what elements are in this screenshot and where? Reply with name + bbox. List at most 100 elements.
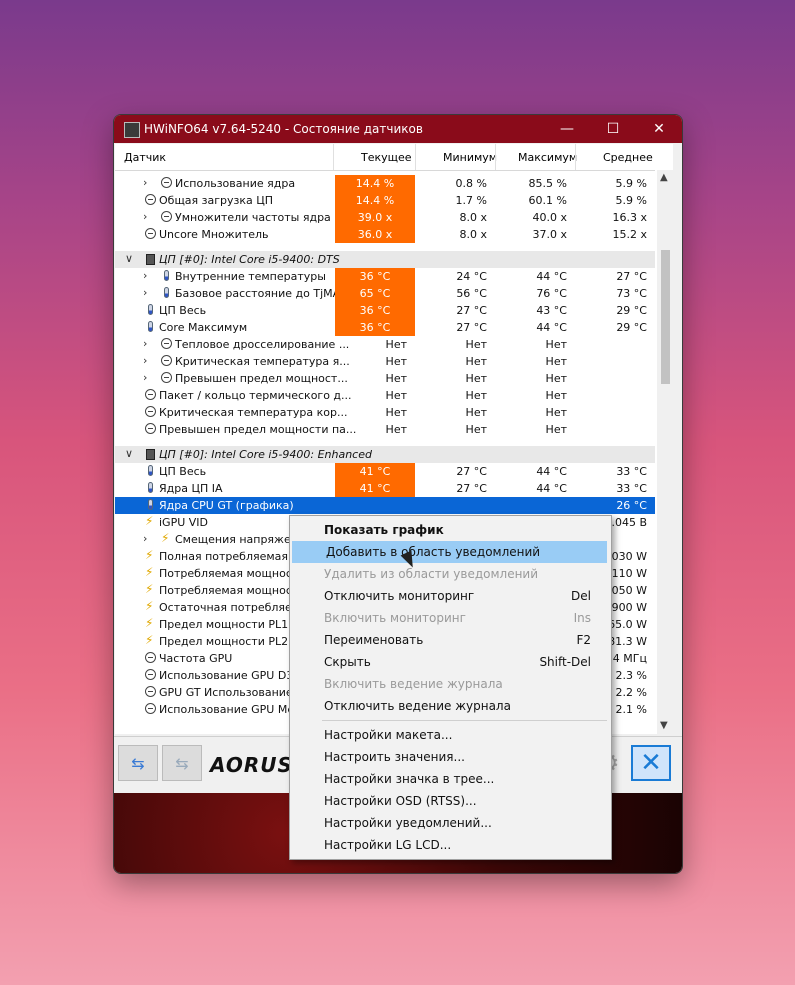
gauge-icon	[145, 669, 156, 680]
gauge-icon	[161, 338, 172, 349]
bolt-icon: ⚡	[161, 531, 170, 545]
minimize-button[interactable]: —	[544, 115, 590, 143]
menu-item[interactable]: Настройки LG LCD...	[290, 834, 611, 856]
sensor-row[interactable]: › Тепловое дросселирование ... Нет Нет Нет	[115, 336, 655, 353]
gauge-icon	[145, 703, 156, 714]
menu-item[interactable]: Переименовать F2	[290, 629, 611, 651]
menu-item[interactable]: Отключить мониторинг Del	[290, 585, 611, 607]
min-value: 27 °C	[456, 321, 487, 334]
current-value	[335, 497, 415, 514]
menu-item[interactable]: Настройки OSD (RTSS)...	[290, 790, 611, 812]
sensor-row[interactable]: Ядра CPU GT (графика) 26 °C	[115, 497, 655, 514]
close-window-button[interactable]: ✕	[636, 115, 682, 143]
sensor-group-header[interactable]: ∨ ЦП [#0]: Intel Core i5-9400: DTS	[115, 251, 655, 268]
menu-item[interactable]: Показать график	[290, 519, 611, 541]
menu-item-label: Включить мониторинг	[324, 611, 466, 625]
header-min[interactable]: Минимум	[443, 151, 497, 164]
menu-item[interactable]: Настройки значка в трее...	[290, 768, 611, 790]
menu-item[interactable]: Включить мониторинг Ins	[290, 607, 611, 629]
sensor-row[interactable]: › Умножители частоты ядра 39.0 x 8.0 x 40.0 …	[115, 209, 655, 226]
menu-item[interactable]: Удалить из области уведомлений	[290, 563, 611, 585]
sensor-group-header[interactable]: ∨ ЦП [#0]: Intel Core i5-9400: Enhanced	[115, 446, 655, 463]
min-value: Нет	[465, 338, 487, 351]
scroll-thumb[interactable]	[661, 250, 670, 384]
expand-chevron-icon[interactable]: ›	[143, 269, 147, 282]
max-value: 44 °C	[536, 482, 567, 495]
max-value: 40.0 x	[532, 211, 568, 224]
sensor-name: Core Максимум	[159, 321, 248, 334]
current-value: 36 °C	[335, 319, 415, 336]
expand-chevron-icon[interactable]: ›	[143, 210, 147, 223]
sensor-row[interactable]: Критическая температура кор... Нет Нет Нет	[115, 404, 655, 421]
header-current[interactable]: Текущее	[361, 151, 412, 164]
group-label: ЦП [#0]: Intel Core i5-9400: DTS	[159, 253, 340, 266]
sensor-name: Потребляемая мощность	[159, 584, 305, 597]
expand-chevron-icon[interactable]: ›	[143, 176, 147, 189]
sensor-row[interactable]: › Превышен предел мощност... Нет Нет Нет	[115, 370, 655, 387]
sensor-row[interactable]: Общая загрузка ЦП 14.4 % 1.7 % 60.1 % 5.9 %	[115, 192, 655, 209]
menu-item[interactable]: Добавить в область уведомлений	[292, 541, 607, 563]
sensor-name: iGPU VID	[159, 516, 209, 529]
maximize-button[interactable]: ☐	[590, 115, 636, 143]
header-max[interactable]: Максимум	[518, 151, 577, 164]
avg-value: 73 °C	[616, 287, 647, 300]
scroll-up-icon[interactable]: ▲	[660, 172, 668, 183]
navigate-arrows-button[interactable]: ⇆	[118, 745, 158, 781]
sensor-row[interactable]: › Внутренние температуры 36 °C 24 °C 44 °C 27…	[115, 268, 655, 285]
collapse-chevron-icon[interactable]: ∨	[125, 252, 133, 265]
max-value: Нет	[545, 338, 567, 351]
thermometer-icon	[164, 270, 169, 281]
expand-chevron-icon[interactable]: ›	[143, 532, 147, 545]
expand-chevron-icon[interactable]: ›	[143, 354, 147, 367]
sensor-row[interactable]: › Базовое расстояние до TjMAX 65 °C 56 °C 76…	[115, 285, 655, 302]
menu-item[interactable]: Включить ведение журнала	[290, 673, 611, 695]
min-value: 8.0 x	[459, 228, 488, 241]
max-value: 85.5 %	[528, 177, 567, 190]
sensor-row[interactable]: ЦП Весь 41 °C 27 °C 44 °C 33 °C	[115, 463, 655, 480]
avg-value	[575, 421, 655, 438]
menu-item-label: Отключить ведение журнала	[324, 699, 511, 713]
bolt-icon: ⚡	[145, 565, 154, 579]
navigate-disabled-button[interactable]: ⇆	[162, 745, 202, 781]
sensor-row[interactable]: ЦП Весь 36 °C 27 °C 43 °C 29 °C	[115, 302, 655, 319]
sensor-row[interactable]: Core Максимум 36 °C 27 °C 44 °C 29 °C	[115, 319, 655, 336]
vertical-scrollbar[interactable]: ▲ ▼	[657, 170, 673, 734]
expand-chevron-icon[interactable]: ›	[143, 337, 147, 350]
title-bar[interactable]: HWiNFO64 v7.64-5240 - Состояние датчиков…	[114, 115, 682, 143]
expand-chevron-icon[interactable]: ›	[143, 371, 147, 384]
sensor-row[interactable]: Пакет / кольцо термического д... Нет Нет Не…	[115, 387, 655, 404]
menu-item-label: Настройки уведомлений...	[324, 816, 492, 830]
current-value: 39.0 x	[335, 209, 415, 226]
sensor-row[interactable]: › Критическая температура я... Нет Нет Нет	[115, 353, 655, 370]
window-title: HWiNFO64 v7.64-5240 - Состояние датчиков	[144, 122, 423, 136]
menu-item[interactable]: Отключить ведение журнала	[290, 695, 611, 717]
menu-item[interactable]: Настройки макета...	[290, 724, 611, 746]
sensor-row[interactable]: Превышен предел мощности па... Нет Нет Нет	[115, 421, 655, 438]
bolt-icon: ⚡	[145, 599, 154, 613]
close-sensors-button[interactable]: ✕	[631, 745, 671, 781]
avg-value: 26 °C	[616, 499, 647, 512]
menu-item-label: Переименовать	[324, 633, 424, 647]
collapse-chevron-icon[interactable]: ∨	[125, 447, 133, 460]
max-value: Нет	[545, 406, 567, 419]
expand-chevron-icon[interactable]: ›	[143, 286, 147, 299]
sensor-name: Критическая температура я...	[175, 355, 350, 368]
max-value: Нет	[545, 355, 567, 368]
scroll-down-icon[interactable]: ▼	[660, 720, 668, 731]
sensor-row[interactable]: Uncore Множитель 36.0 x 8.0 x 37.0 x 15.2 x	[115, 226, 655, 243]
max-value: 60.1 %	[528, 194, 567, 207]
sensor-name: Общая загрузка ЦП	[159, 194, 274, 207]
min-value	[415, 497, 495, 514]
sensor-row[interactable]: Ядра ЦП IA 41 °C 27 °C 44 °C 33 °C	[115, 480, 655, 497]
avg-value: 5.9 %	[615, 177, 647, 190]
header-avg[interactable]: Среднее	[603, 151, 653, 164]
menu-item[interactable]: Настроить значения...	[290, 746, 611, 768]
header-sensor[interactable]: Датчик	[124, 151, 166, 164]
menu-item[interactable]: Настройки уведомлений...	[290, 812, 611, 834]
sensor-row[interactable]: › Использование ядра 14.4 % 0.8 % 85.5 % 5.9 …	[115, 175, 655, 192]
gauge-icon	[145, 194, 156, 205]
menu-item[interactable]: Скрыть Shift-Del	[290, 651, 611, 673]
thermometer-icon	[148, 482, 153, 493]
current-value: 65 °C	[335, 285, 415, 302]
min-value: Нет	[465, 406, 487, 419]
